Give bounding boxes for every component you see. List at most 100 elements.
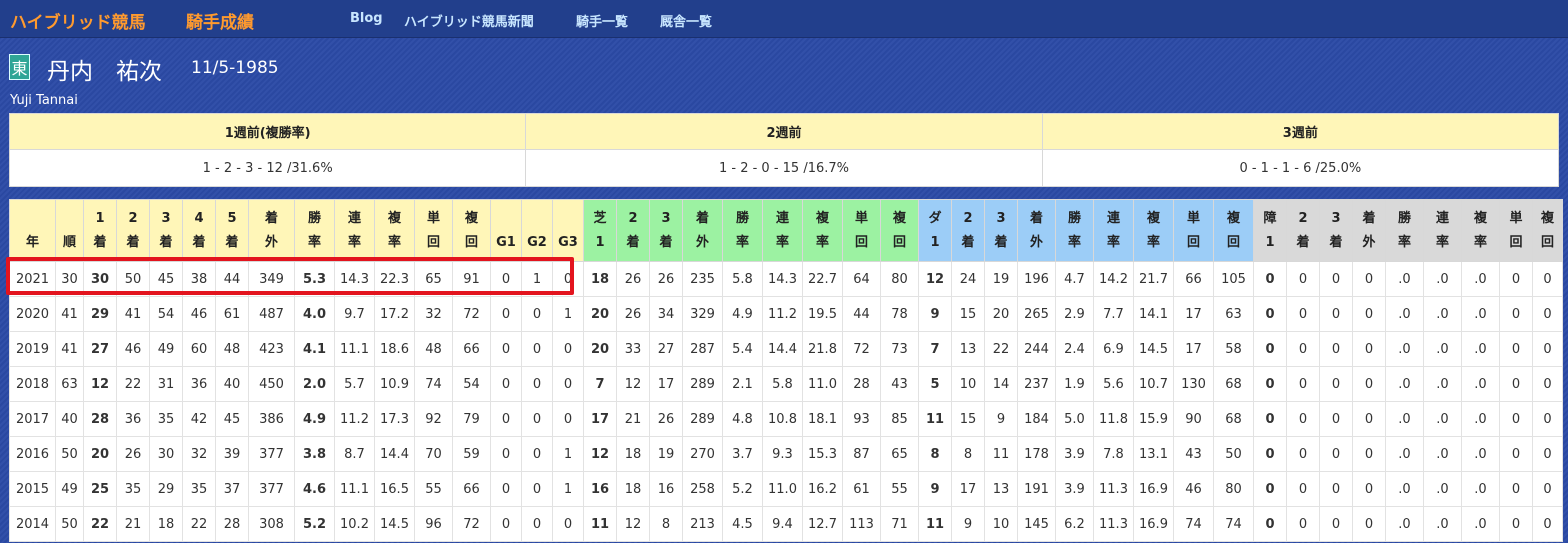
table-cell: 72 [452, 296, 491, 332]
nav-newspaper[interactable]: ハイブリッド競馬新聞 [404, 11, 534, 30]
table-cell: 3.9 [1055, 471, 1094, 507]
table-cell: 12 [583, 436, 617, 472]
table-cell: 0 [1532, 401, 1563, 437]
table-cell: 14.4 [762, 331, 803, 367]
table-cell: 2.9 [1055, 296, 1094, 332]
table-cell: 66 [452, 471, 491, 507]
table-cell: 20 [984, 296, 1018, 332]
table-cell: 24 [951, 261, 985, 297]
table-cell: 68 [1213, 366, 1254, 402]
recent-header-2w: 2週前 [525, 113, 1043, 150]
recent-results-table: 1週前(複勝率) 2週前 3週前 1 - 2 - 3 - 12 /31.6% 1… [8, 113, 1560, 187]
table-cell: 5.8 [762, 366, 803, 402]
table-cell: 0 [490, 296, 522, 332]
table-cell: 58 [1213, 331, 1254, 367]
table-cell: 28 [215, 506, 249, 542]
table-cell: 50 [55, 436, 84, 472]
stats-col-header: 2着 [616, 199, 650, 262]
table-cell: .0 [1385, 296, 1424, 332]
table-cell: 12 [616, 366, 650, 402]
table-row: 2020 41 29 41 54 46 61 487 4.0 9.7 17.2 32 72 0 0 1 20 26… [9, 296, 1563, 332]
table-cell: 0 [521, 401, 553, 437]
table-cell: 8 [951, 436, 985, 472]
table-cell: 14.3 [762, 261, 803, 297]
table-cell: 18 [583, 261, 617, 297]
table-cell: 2016 [9, 436, 56, 472]
top-bar: ハイブリッド競馬 騎手成績 Blog ハイブリッド競馬新聞 騎手一覧 厩舎一覧 [0, 0, 1568, 38]
table-cell: 93 [842, 401, 881, 437]
table-cell: 2014 [9, 506, 56, 542]
table-cell: 60 [182, 331, 216, 367]
table-cell: 74 [1213, 506, 1254, 542]
nav-jockey-list[interactable]: 騎手一覧 [576, 11, 628, 30]
table-cell: 0 [552, 401, 584, 437]
table-cell: .0 [1461, 331, 1500, 367]
table-cell: 3.9 [1055, 436, 1094, 472]
table-cell: 0 [1532, 296, 1563, 332]
table-cell: .0 [1423, 331, 1462, 367]
table-cell: 2021 [9, 261, 56, 297]
table-cell: 41 [55, 331, 84, 367]
table-cell: 27 [83, 331, 117, 367]
table-cell: 16 [583, 471, 617, 507]
table-cell: .0 [1385, 366, 1424, 402]
table-cell: 11.0 [802, 366, 843, 402]
table-cell: 11.0 [762, 471, 803, 507]
stats-header-row: 年順 1 着 2 着 3 着 4 着 5 着着外勝率連率複率単回複回 G1 G2 G3 芝 1 2 着 3 着着外勝率… [9, 199, 1563, 262]
table-cell: 4.7 [1055, 261, 1094, 297]
nav-blog[interactable]: Blog [350, 11, 383, 26]
stats-col-header: 勝率 [722, 199, 763, 262]
table-cell: .0 [1385, 471, 1424, 507]
table-cell: 20 [583, 296, 617, 332]
table-cell: .0 [1423, 471, 1462, 507]
table-cell: 48 [414, 331, 453, 367]
table-cell: 2018 [9, 366, 56, 402]
table-cell: 14 [984, 366, 1018, 402]
table-cell: 196 [1017, 261, 1056, 297]
nav-stable-list[interactable]: 厩舎一覧 [660, 11, 712, 30]
table-cell: .0 [1423, 436, 1462, 472]
table-cell: 19.5 [802, 296, 843, 332]
table-cell: 43 [880, 366, 919, 402]
stats-col-header: 複率 [802, 199, 843, 262]
stats-col-header: ダ1 [918, 199, 952, 262]
stats-col-header: 2着 [951, 199, 985, 262]
table-cell: 28 [842, 366, 881, 402]
table-cell: 377 [248, 471, 295, 507]
table-cell: 0 [1499, 436, 1533, 472]
table-cell: 349 [248, 261, 295, 297]
site-subtitle[interactable]: 騎手成績 [186, 8, 254, 33]
stats-col-header: 連率 [762, 199, 803, 262]
table-cell: .0 [1423, 296, 1462, 332]
table-cell: .0 [1461, 261, 1500, 297]
table-cell: 17 [583, 401, 617, 437]
table-cell: 49 [149, 331, 183, 367]
stats-col-header: 複率 [1461, 199, 1500, 262]
table-cell: 5.2 [722, 471, 763, 507]
table-cell: 0 [1286, 471, 1320, 507]
table-cell: 10.2 [334, 506, 375, 542]
table-cell: 32 [414, 296, 453, 332]
table-cell: 79 [452, 401, 491, 437]
stats-col-header: 複回 [1213, 199, 1254, 262]
table-cell: 11.2 [334, 401, 375, 437]
table-row: 2019 41 27 46 49 60 48 423 4.1 11.1 18.6 48 66 0 0 0 20 3… [9, 331, 1563, 367]
table-cell: 244 [1017, 331, 1056, 367]
table-cell: 0 [521, 436, 553, 472]
recent-value-1w: 1 - 2 - 3 - 12 /31.6% [8, 149, 527, 187]
table-cell: 9.7 [334, 296, 375, 332]
table-cell: 2017 [9, 401, 56, 437]
stats-col-header: 2着 [1286, 199, 1320, 262]
table-cell: 72 [842, 331, 881, 367]
stats-col-header: 単回 [414, 199, 453, 262]
stats-col-header: 着外 [248, 199, 295, 262]
table-cell: 50 [55, 506, 84, 542]
site-title[interactable]: ハイブリッド競馬 [10, 8, 146, 33]
table-cell: 19 [984, 261, 1018, 297]
stats-col-header: 着外 [1352, 199, 1386, 262]
table-cell: 0 [1286, 401, 1320, 437]
table-cell: .0 [1385, 261, 1424, 297]
table-cell: 6.2 [1055, 506, 1094, 542]
table-cell: 0 [1532, 261, 1563, 297]
table-cell: 0 [1352, 261, 1386, 297]
